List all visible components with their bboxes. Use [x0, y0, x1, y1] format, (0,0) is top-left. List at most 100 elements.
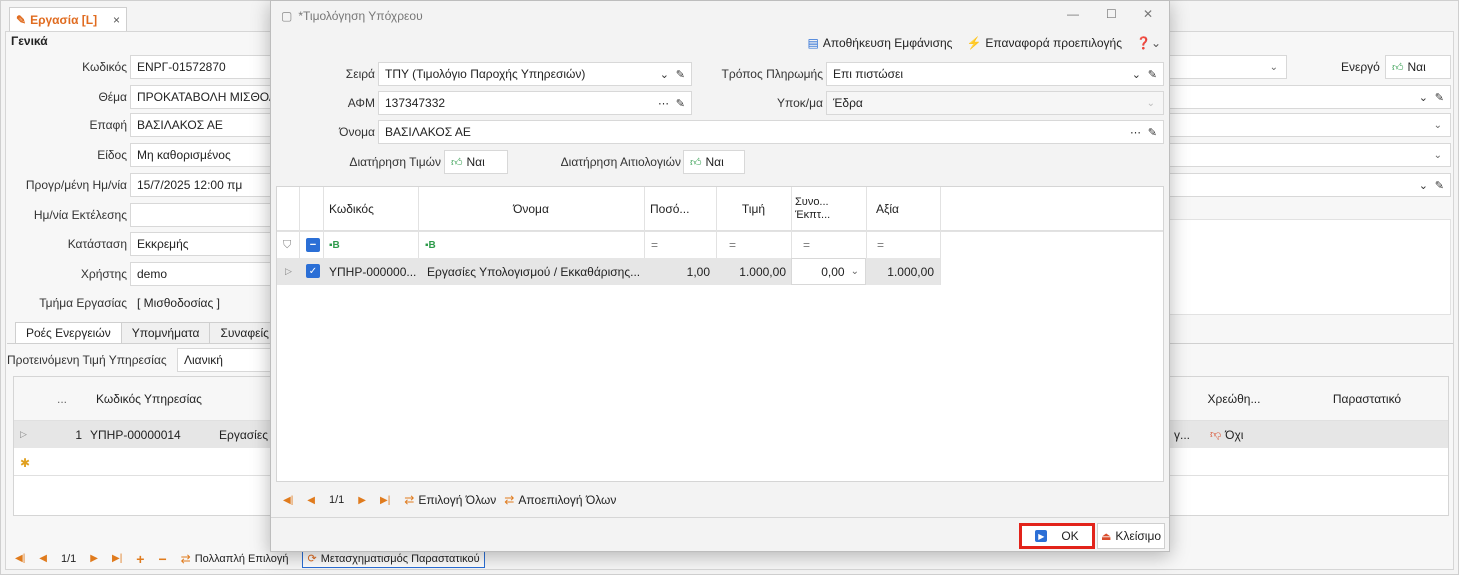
column-header-charged[interactable]: Χρεώθη...	[1184, 377, 1284, 421]
reset-default-button[interactable]: ⚡ Επαναφορά προεπιλογής	[966, 33, 1122, 53]
prev-page-icon[interactable]: ◀	[39, 553, 47, 564]
dialog-title: *Τιμολόγηση Υπόχρεου	[298, 9, 423, 23]
ellipsis-icon[interactable]: ⋯	[1130, 126, 1141, 139]
ok-button[interactable]: ▶ OK	[1019, 523, 1095, 549]
row-value: 1.000,00	[887, 264, 934, 279]
tab-action-flows[interactable]: Ροές Ενεργειών	[15, 322, 122, 343]
maximize-icon[interactable]: ☐	[1106, 7, 1117, 21]
department-label: Τμήμα Εργασίας	[39, 296, 127, 310]
scheduled-date-label: Προγρ/μένη Ημ/νία	[25, 178, 127, 192]
last-page-icon[interactable]: ▶|	[380, 495, 390, 506]
column-header-code[interactable]: Κωδικός	[323, 187, 418, 231]
document-icon: ▢	[281, 9, 293, 23]
prev-page-icon[interactable]: ◀	[307, 495, 315, 506]
column-header-qty[interactable]: Ποσό...	[644, 187, 716, 231]
keep-reasons-toggle[interactable]: 👍︎ Ναι	[683, 150, 745, 174]
first-page-icon[interactable]: ◀|	[15, 553, 25, 564]
department-field[interactable]: [ Μισθοδοσίας ]	[130, 291, 280, 315]
user-field[interactable]: demo	[130, 262, 280, 286]
help-button[interactable]: ❓⌄	[1136, 33, 1161, 53]
bg-right-select-4[interactable]: ⌄	[1169, 143, 1451, 167]
contact-field[interactable]: ΒΑΣΙΛΑΚΟΣ ΑΕ	[130, 113, 280, 137]
execution-date-label: Ημ/νία Εκτέλεσης	[33, 208, 127, 222]
pencil-icon: ✎	[675, 68, 685, 81]
remove-row-icon[interactable]: −	[158, 551, 166, 567]
payment-select[interactable]: Επι πιστώσει ⌄ ✎	[826, 62, 1164, 86]
minimize-icon[interactable]: —	[1067, 7, 1079, 21]
row-checkbox[interactable]: ✓	[306, 264, 320, 278]
close-button[interactable]: ⏏ Κλείσιμο	[1097, 523, 1165, 549]
bg-right-select-5[interactable]: ⌄ ✎	[1169, 173, 1451, 197]
close-label: Κλείσιμο	[1115, 529, 1162, 543]
row-service-code: ΥΠΗΡ-00000014	[90, 427, 181, 442]
type-field[interactable]: Μη καθορισμένος	[130, 143, 280, 167]
select-all-checkbox[interactable]: −	[306, 238, 320, 252]
first-page-icon[interactable]: ◀|	[283, 495, 293, 506]
value-filter-eq[interactable]: =	[877, 232, 897, 258]
row-expand-icon[interactable]: ▷	[20, 421, 40, 448]
filter-icon[interactable]: ⛉	[283, 232, 297, 258]
active-field[interactable]: 👍︎ Ναι	[1385, 55, 1451, 79]
next-page-icon[interactable]: ▶	[358, 495, 366, 506]
chevron-down-icon: ⌄	[850, 266, 859, 277]
column-header-num[interactable]: ...	[42, 377, 82, 421]
eject-icon: ⏏	[1100, 530, 1112, 543]
select-all-label: Επιλογή Όλων	[418, 493, 497, 507]
column-header-document[interactable]: Παραστατικό	[1284, 377, 1450, 421]
document-tab[interactable]: ✎ Εργασία [L] ×	[9, 7, 127, 31]
row-name: Εργασίες Υπολογισμού / Εκκαθάρισης...	[427, 264, 641, 279]
document-tab-icon: ✎	[16, 12, 27, 27]
notes-area[interactable]	[1169, 219, 1451, 315]
ellipsis-icon[interactable]: ⋯	[658, 97, 669, 110]
select-all-button[interactable]: ⇄ Επιλογή Όλων	[404, 493, 496, 507]
qty-filter-eq[interactable]: =	[651, 232, 671, 258]
column-header-value[interactable]: Αξία	[866, 187, 940, 231]
payment-label: Τρόπος Πληρωμής	[721, 67, 823, 81]
multi-select-button[interactable]: ⇄ Πολλαπλή Επιλογή	[181, 552, 289, 566]
discount-filter-eq[interactable]: =	[803, 232, 823, 258]
save-view-button[interactable]: ▤ Αποθήκευση Εμφάνισης	[807, 33, 952, 53]
status-field[interactable]: Εκκρεμής	[130, 232, 280, 256]
column-header-discount[interactable]: Συνο... Έκπτ...	[795, 187, 861, 231]
transform-document-label: Μετασχηματισμός Παραστατικού	[320, 552, 480, 565]
bg-right-select-3[interactable]: ⌄	[1169, 113, 1451, 137]
chevron-down-icon: ⌄	[1433, 119, 1442, 131]
scheduled-date-field[interactable]: 15/7/2025 12:00 πμ	[130, 173, 280, 197]
next-page-icon[interactable]: ▶	[90, 553, 98, 564]
afm-field[interactable]: 137347332 ⋯ ✎	[378, 91, 692, 115]
column-header-price[interactable]: Τιμή	[716, 187, 791, 231]
chevron-down-icon: ⌄	[1433, 149, 1442, 161]
chevron-down-icon: ⌄	[1269, 61, 1278, 73]
execution-date-field[interactable]	[130, 203, 280, 227]
name-field[interactable]: ΒΑΣΙΛΑΚΟΣ ΑΕ ⋯ ✎	[378, 120, 1164, 144]
transform-icon: ⟳	[307, 553, 317, 565]
series-select[interactable]: ΤΠΥ (Τιμολόγιο Παροχής Υπηρεσιών) ⌄ ✎	[378, 62, 692, 86]
dialog-toolbar: ▤ Αποθήκευση Εμφάνισης ⚡ Επαναφορά προεπιλ…	[807, 33, 1161, 53]
pencil-icon: ✎	[1434, 91, 1444, 104]
row-price[interactable]: 1.000,00	[716, 258, 786, 285]
new-row-icon[interactable]: ✱	[20, 450, 40, 475]
add-row-icon[interactable]: +	[136, 551, 144, 567]
close-icon[interactable]: ✕	[1143, 7, 1153, 21]
contains-filter-icon[interactable]: ▪B	[329, 232, 349, 258]
page-indicator: 1/1	[61, 552, 77, 565]
keep-prices-toggle[interactable]: 👍︎ Ναι	[444, 150, 508, 174]
price-select[interactable]: Λιανική	[177, 348, 277, 372]
branch-select[interactable]: Έδρα ⌄	[826, 91, 1164, 115]
deselect-all-button[interactable]: ⇄ Αποεπιλογή Όλων	[504, 493, 616, 507]
bg-right-select-1[interactable]: ⌄	[1169, 55, 1287, 79]
close-tab-icon[interactable]: ×	[113, 13, 120, 27]
series-value: ΤΠΥ (Τιμολόγιο Παροχής Υπηρεσιών)	[385, 67, 586, 81]
column-header-service-code[interactable]: Κωδικός Υπηρεσίας	[84, 377, 214, 421]
subject-field[interactable]: ΠΡΟΚΑΤΑΒΟΛΗ ΜΙΣΘΟΔΟΣ	[130, 85, 280, 109]
tab-notes[interactable]: Υπομνήματα	[121, 322, 211, 343]
row-discount-select[interactable]: 0,00 ⌄	[791, 258, 866, 285]
code-field[interactable]: ΕΝΡΓ-01572870	[130, 55, 280, 79]
column-header-name[interactable]: Όνομα	[418, 187, 644, 231]
contains-filter-icon[interactable]: ▪B	[425, 232, 445, 258]
row-expand-icon[interactable]: ▷	[285, 258, 299, 285]
price-filter-eq[interactable]: =	[729, 232, 749, 258]
row-qty[interactable]: 1,00	[644, 258, 710, 285]
bg-right-select-2[interactable]: ⌄ ✎	[1169, 85, 1451, 109]
last-page-icon[interactable]: ▶|	[112, 553, 122, 564]
